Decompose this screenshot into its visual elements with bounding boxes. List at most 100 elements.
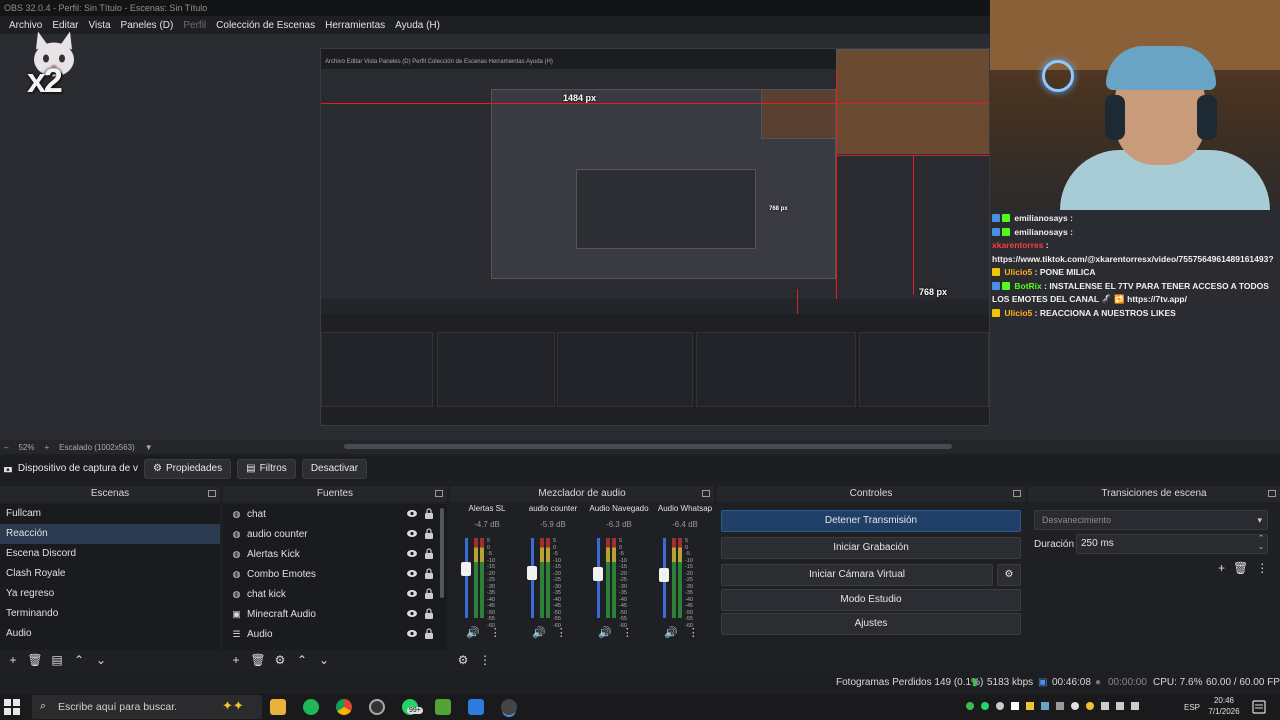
obs-active-icon[interactable] [501,699,517,715]
tray-icon[interactable] [966,702,974,710]
more-icon[interactable]: ⋮ [688,626,699,639]
speaker-icon[interactable]: 🔊 [532,626,546,639]
menu-herramientas[interactable]: Herramientas [320,20,390,31]
start-recording-button[interactable]: Iniciar Grabación [721,537,1021,559]
undock-icon[interactable] [702,490,710,497]
gear-icon[interactable]: ⚙ [273,653,287,667]
volume-icon[interactable] [1131,702,1139,710]
lock-icon[interactable] [425,548,433,559]
speaker-icon[interactable]: 🔊 [598,626,612,639]
obs-icon[interactable] [369,699,385,715]
menu-paneles[interactable]: Paneles (D) [116,20,179,31]
menu-coleccion-escenas[interactable]: Colección de Escenas [211,20,320,31]
tray-icon[interactable] [1011,702,1019,710]
move-up-button[interactable]: ⌃ [295,653,309,667]
tray-icon[interactable] [1026,702,1034,710]
add-transition-button[interactable]: + [1218,561,1225,575]
move-down-button[interactable]: ⌄ [317,653,331,667]
lock-icon[interactable] [425,568,433,579]
windows-start-icon[interactable] [4,699,20,715]
spotify-icon[interactable] [303,699,319,715]
notification-icon[interactable] [1252,700,1266,714]
scene-item-fullcam[interactable]: Fullcam [0,504,220,524]
scale-dropdown-icon[interactable]: ▼ [145,443,153,452]
duration-input[interactable]: 250 ms ⌃ ⌄ [1076,534,1268,554]
trash-icon[interactable]: 🗑 [27,653,42,667]
eye-icon[interactable] [407,589,417,598]
store-icon[interactable] [468,699,484,715]
undock-icon[interactable] [1268,490,1276,497]
source-item-alertas-kick[interactable]: ◍ Alertas Kick [223,544,447,564]
source-item-audio[interactable]: ☰ Audio [223,624,447,644]
file-explorer-icon[interactable] [270,699,286,715]
scene-item-escena-discord[interactable]: Escena Discord [0,544,220,564]
tray-icon[interactable] [996,702,1004,710]
preview-scrollbar[interactable] [344,444,952,449]
scene-item-clash-royale[interactable]: Clash Royale [0,564,220,584]
source-item-combo-emotes[interactable]: ◍ Combo Emotes [223,564,447,584]
whatsapp-icon[interactable]: 99+ [402,699,423,715]
tray-icon[interactable] [1056,702,1064,710]
tray-icon[interactable] [1041,702,1049,710]
volume-slider-knob[interactable] [527,566,537,580]
speaker-icon[interactable]: 🔊 [466,626,480,639]
move-up-button[interactable]: ⌃ [72,653,86,667]
clock-date[interactable]: 7/1/2026 [1204,707,1244,716]
source-item-audio-counter[interactable]: ◍ audio counter [223,524,447,544]
eye-icon[interactable] [407,569,417,578]
preview-canvas[interactable]: Archivo Editar Vista Paneles (D) Perfil … [0,0,1280,440]
eye-icon[interactable] [407,629,417,638]
stop-stream-button[interactable]: Detener Transmisión [721,510,1021,532]
properties-button[interactable]: ⚙ Propiedades [144,458,232,479]
scene-item-ya-regreso[interactable]: Ya regreso [0,584,220,604]
tray-icon[interactable] [1101,702,1109,710]
more-icon[interactable]: ⋮ [1256,561,1268,575]
more-icon[interactable]: ⋮ [478,653,492,667]
trash-icon[interactable]: 🗑 [250,653,265,667]
volume-slider-knob[interactable] [593,566,603,581]
zoom-in-button[interactable]: + [44,443,49,452]
menu-perfil[interactable]: Perfil [178,20,211,31]
eye-icon[interactable] [407,529,417,538]
trash-icon[interactable]: 🗑 [1233,561,1248,575]
filters-button[interactable]: ▤ Filtros [237,458,296,479]
add-scene-button[interactable]: + [6,653,20,667]
undock-icon[interactable] [208,490,216,497]
more-icon[interactable]: ⋮ [490,626,501,639]
eye-icon[interactable] [407,549,417,558]
minecraft-icon[interactable] [435,699,451,715]
chrome-icon[interactable] [336,699,352,715]
more-icon[interactable]: ⋮ [622,626,633,639]
move-down-button[interactable]: ⌄ [94,653,108,667]
transition-select[interactable]: Desvanecimiento ▾ [1034,510,1268,530]
sources-scrollbar[interactable] [440,508,444,598]
wifi-icon[interactable] [1116,702,1124,710]
scene-item-terminando[interactable]: Terminando [0,604,220,624]
menu-vista[interactable]: Vista [83,20,115,31]
eye-icon[interactable] [407,609,417,618]
source-item-chat-kick[interactable]: ◍ chat kick [223,584,447,604]
filter-icon[interactable]: ▤ [50,653,64,667]
lock-icon[interactable] [425,608,433,619]
volume-slider-knob[interactable] [461,562,471,576]
tray-icon[interactable] [1086,702,1094,710]
gear-icon[interactable]: ⚙ [456,653,470,667]
lock-icon[interactable] [425,528,433,539]
clock-time[interactable]: 20:46 [1204,696,1244,705]
start-virtual-cam-button[interactable]: Iniciar Cámara Virtual [721,564,993,586]
menu-ayuda[interactable]: Ayuda (H) [390,20,445,31]
taskbar-search[interactable]: ⌕ Escribe aquí para buscar. ✦✦ [32,695,262,719]
volume-slider[interactable] [465,538,468,618]
undock-icon[interactable] [435,490,443,497]
settings-button[interactable]: Ajustes [721,613,1021,635]
scene-item-audio[interactable]: Audio [0,624,220,644]
language-indicator[interactable]: ESP [1180,703,1204,712]
source-item-chat[interactable]: ◍ chat [223,504,447,524]
source-item-minecraft-audio[interactable]: ▣ Minecraft Audio [223,604,447,624]
undock-icon[interactable] [1013,490,1021,497]
lock-icon[interactable] [425,588,433,599]
volume-slider-knob[interactable] [659,567,669,582]
tray-icon[interactable] [981,702,989,710]
eye-icon[interactable] [407,509,417,518]
tray-icon[interactable] [1071,702,1079,710]
